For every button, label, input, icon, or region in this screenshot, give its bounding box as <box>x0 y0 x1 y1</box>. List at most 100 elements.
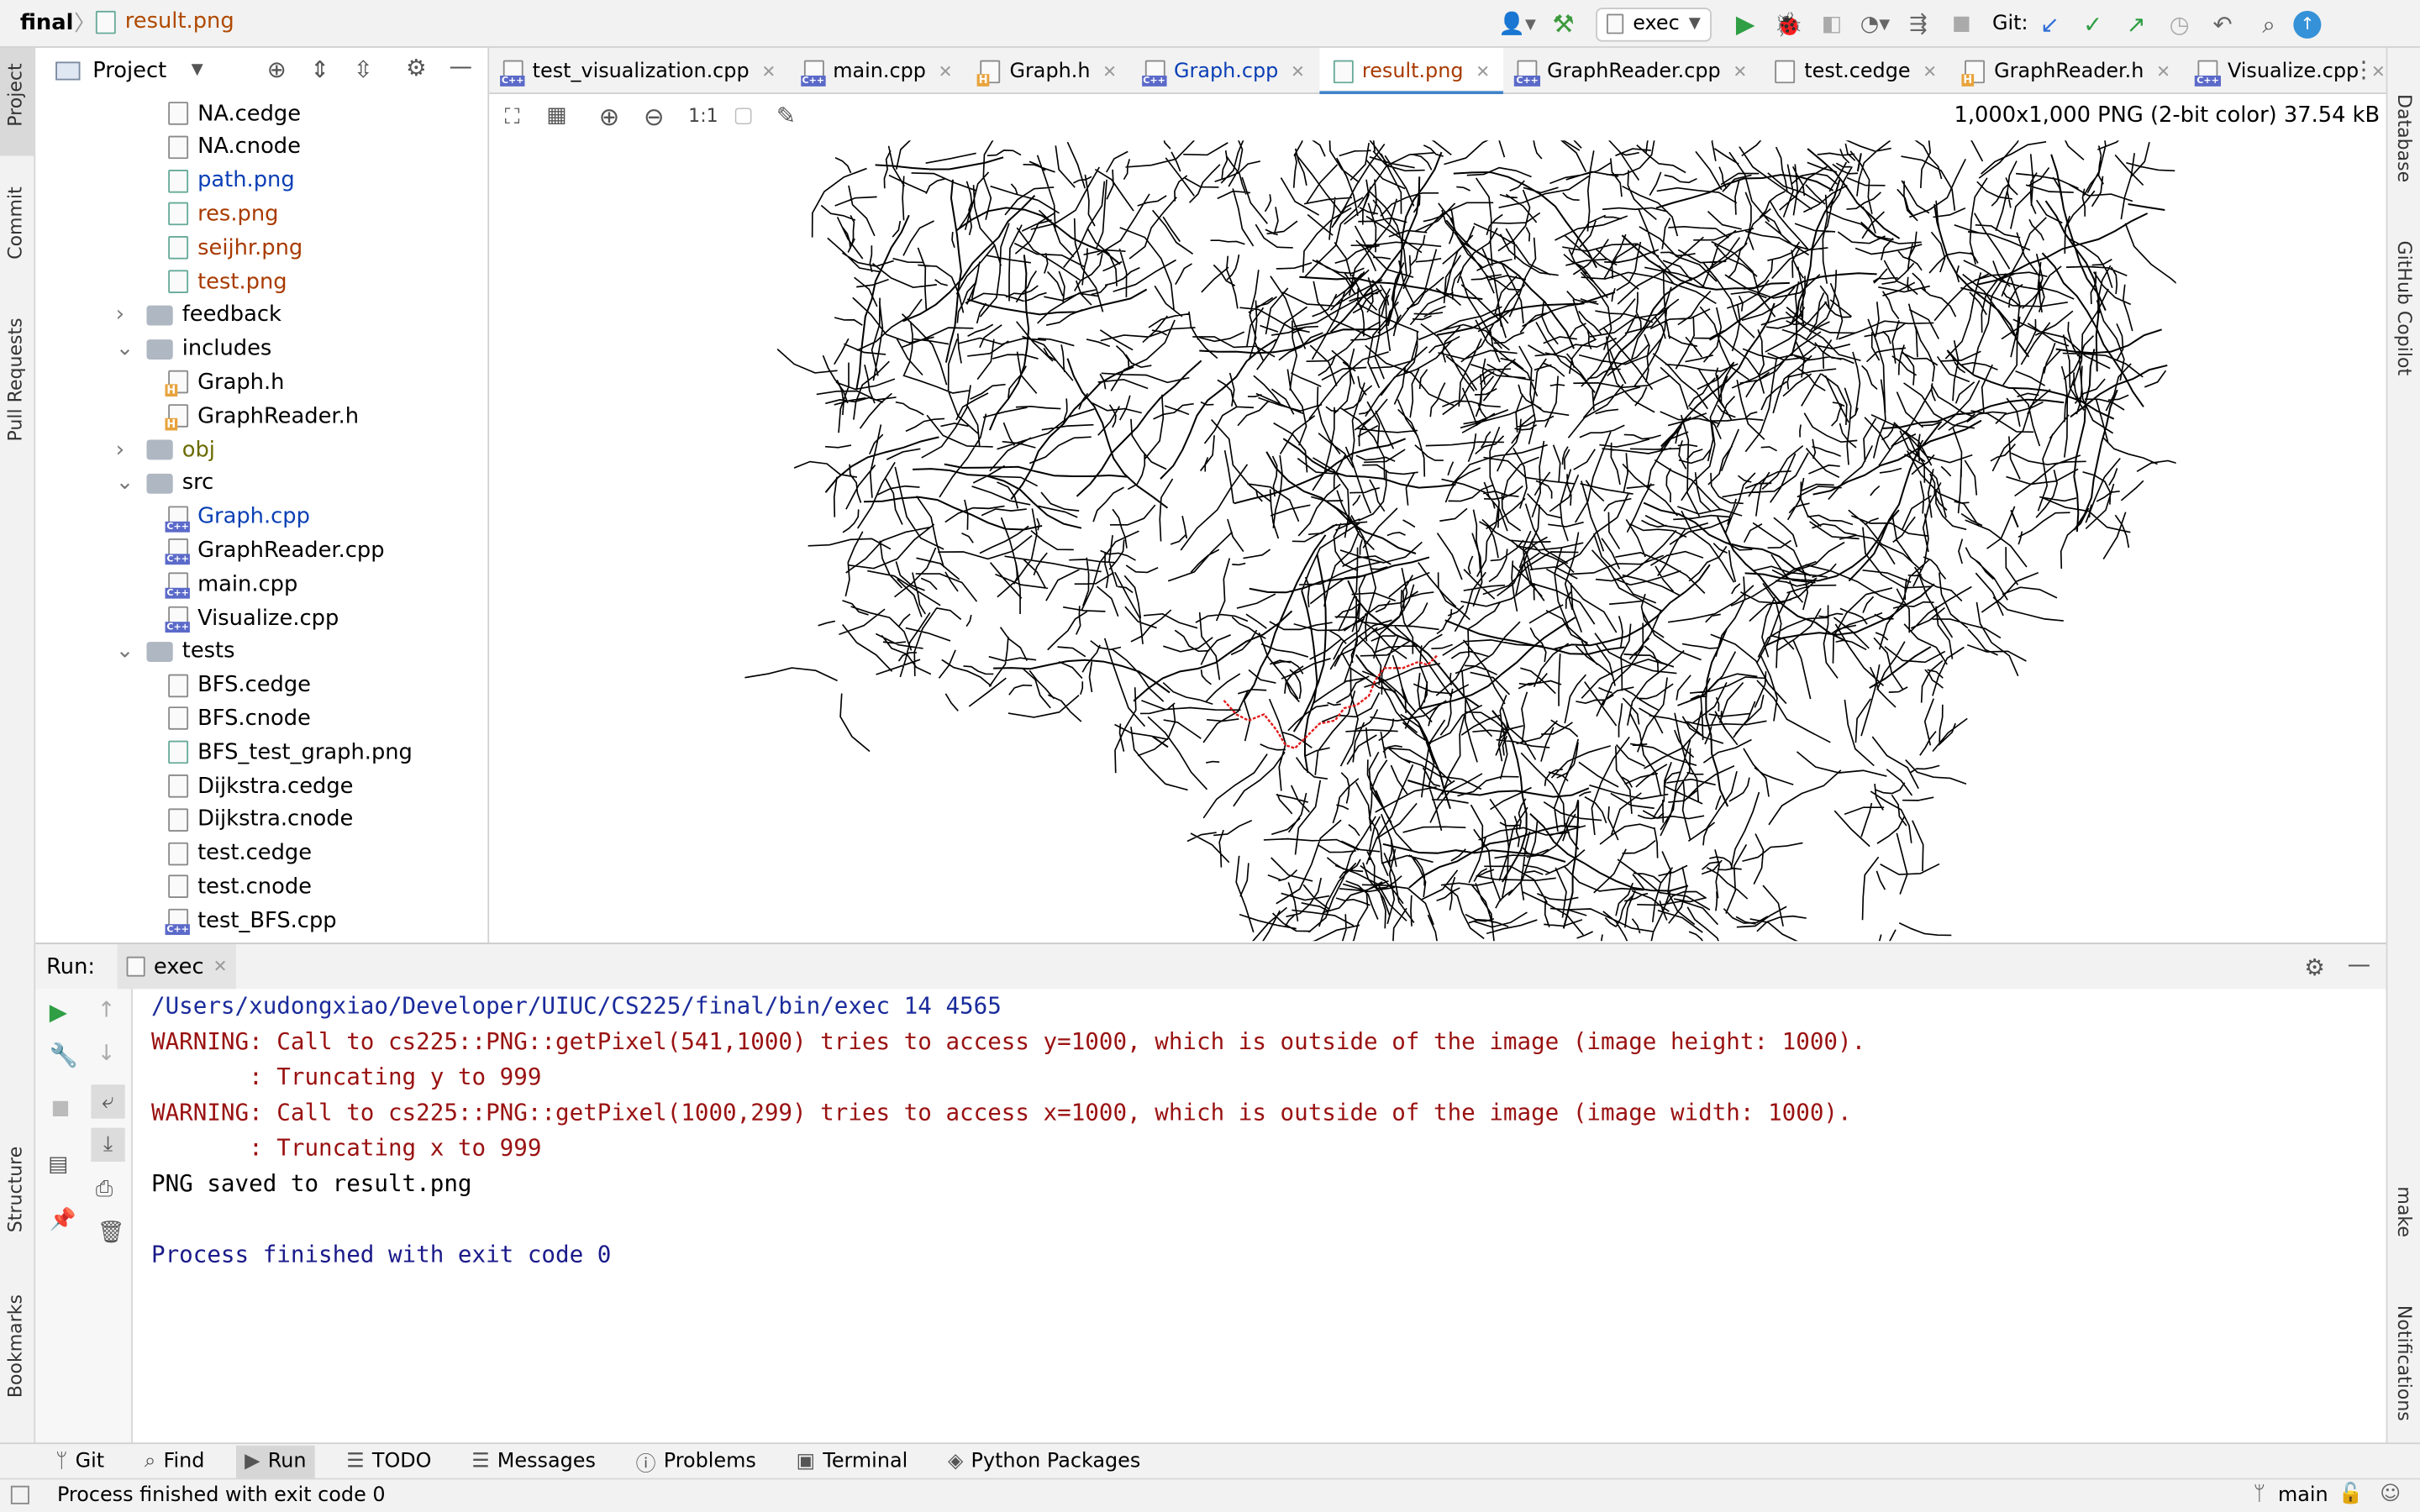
scroll-to-end-icon[interactable]: ⤓ <box>91 1127 125 1163</box>
tree-item[interactable]: BFS_test_graph.png <box>168 736 413 769</box>
tree-item[interactable]: Graph.cpp <box>165 501 310 533</box>
down-arrow-icon[interactable]: ↓ <box>97 1042 116 1066</box>
close-icon[interactable]: ✕ <box>939 61 953 81</box>
tree-item[interactable]: GraphReader.h <box>165 400 359 433</box>
tree-item[interactable]: Dijkstra.cnode <box>168 804 353 837</box>
close-icon[interactable]: ✕ <box>2156 61 2170 81</box>
gear-icon[interactable]: ⚙ <box>406 54 427 81</box>
strip-tab-structure[interactable]: Structure <box>5 1147 27 1233</box>
close-icon[interactable]: ✕ <box>213 957 228 977</box>
color-picker-icon[interactable]: ✎ <box>776 102 796 129</box>
lock-icon[interactable]: 🔓 <box>2338 1483 2364 1506</box>
tree-item[interactable]: test_BFS.cpp <box>165 905 337 937</box>
collapse-all-icon[interactable]: ⇳ <box>354 55 373 83</box>
git-branch[interactable]: main <box>2278 1484 2328 1508</box>
editor-tab[interactable]: result.png ✕ <box>1318 47 1504 96</box>
strip-tab-project[interactable]: Project <box>5 63 27 126</box>
attach-icon[interactable]: ⇶ <box>1897 12 1939 36</box>
strip-tab-bookmarks[interactable]: Bookmarks <box>5 1294 27 1398</box>
wrench-icon[interactable]: 🔧 <box>50 1042 78 1069</box>
project-panel-title[interactable]: Project <box>92 58 166 82</box>
background-icon[interactable]: ▢ <box>733 103 753 128</box>
search-icon[interactable]: ⌕ <box>2244 10 2294 38</box>
bottom-tab-messages[interactable]: ☰ Messages <box>462 1445 605 1478</box>
soft-wrap-icon[interactable]: ⤶ <box>91 1084 125 1119</box>
editor-tab[interactable]: main.cpp ✕ <box>790 48 966 94</box>
breadcrumb-file[interactable]: result.png <box>95 9 234 34</box>
tree-item[interactable]: test.cedge <box>168 837 312 870</box>
git-commit-icon[interactable]: ✓ <box>2071 10 2114 38</box>
bottom-tab-find[interactable]: ⌕ Find <box>135 1445 214 1478</box>
close-icon[interactable]: ✕ <box>1102 61 1117 81</box>
chevron-down-icon[interactable]: ▼ <box>192 61 203 78</box>
git-update-icon[interactable]: ↙ <box>2028 10 2071 38</box>
close-icon[interactable]: ✕ <box>1476 61 1490 81</box>
profile-icon[interactable]: ◔▾ <box>1854 12 1897 36</box>
bottom-tab-terminal[interactable]: ▣ Terminal <box>787 1445 918 1478</box>
tree-item[interactable]: › feedback <box>116 299 281 332</box>
tree-item[interactable]: BFS.cedge <box>168 669 311 701</box>
print-icon[interactable]: ⎙ <box>96 1177 113 1201</box>
tree-item[interactable]: BFS.cnode <box>168 702 311 735</box>
run-icon[interactable]: ▶ <box>1723 9 1766 39</box>
tree-item[interactable]: seijhr.png <box>168 232 302 265</box>
rerun-icon[interactable]: ▶ <box>50 998 67 1026</box>
zoom-out-icon[interactable]: ⊖ <box>644 102 665 131</box>
pin-icon[interactable]: 📌 <box>50 1208 76 1232</box>
run-config-selector[interactable]: exec ▼ <box>1596 7 1712 41</box>
editor-tab[interactable]: test.cedge ✕ <box>1761 48 1951 94</box>
hide-panel-icon[interactable]: — <box>2348 950 2371 978</box>
tree-item[interactable]: ⌄ src <box>116 467 214 500</box>
fit-to-window-icon[interactable]: ⛶ <box>505 105 520 129</box>
editor-tab[interactable]: GraphReader.cpp ✕ <box>1504 48 1761 94</box>
tree-item[interactable]: ⌄ includes <box>116 333 272 365</box>
status-toggle-icon[interactable] <box>10 1485 29 1504</box>
trash-icon[interactable]: 🗑 <box>97 1221 125 1245</box>
bottom-tab-git[interactable]: ᛘ Git <box>46 1445 113 1478</box>
editor-tab[interactable]: Graph.cpp ✕ <box>1131 48 1319 94</box>
bottom-tab-run[interactable]: ▶ Run <box>235 1445 316 1478</box>
tree-item[interactable]: main.cpp <box>165 568 297 601</box>
bottom-tab-python-packages[interactable]: ◈ Python Packages <box>939 1445 1150 1478</box>
strip-tab-notifications[interactable]: Notifications <box>2394 1305 2416 1421</box>
build-hammer-icon[interactable]: ⚒ <box>1540 9 1586 39</box>
editor-tab[interactable]: Graph.h ✕ <box>966 48 1131 94</box>
bottom-tab-problems[interactable]: ⓘ Problems <box>627 1445 765 1478</box>
actual-size-button[interactable]: 1:1 <box>688 105 718 127</box>
tree-item[interactable]: test.png <box>168 265 287 298</box>
tree-item[interactable]: Visualize.cpp <box>165 601 339 634</box>
strip-tab-github-copilot[interactable]: GitHub Copilot <box>2394 241 2416 376</box>
stop-icon[interactable]: ■ <box>1940 13 1983 36</box>
locate-icon[interactable]: ⊕ <box>267 55 287 83</box>
git-push-icon[interactable]: ↗ <box>2114 10 2157 38</box>
zoom-in-icon[interactable]: ⊕ <box>599 102 620 131</box>
tree-item[interactable]: Graph.h <box>165 366 284 399</box>
strip-tab-commit[interactable]: Commit <box>5 186 27 260</box>
tree-item[interactable]: GraphReader.cpp <box>165 534 385 567</box>
close-icon[interactable]: ✕ <box>1923 61 1937 81</box>
stop-icon[interactable]: ■ <box>51 1097 71 1121</box>
up-arrow-icon[interactable]: ↑ <box>97 998 116 1022</box>
user-icon[interactable]: 👤▾ <box>1494 12 1540 36</box>
close-icon[interactable]: ✕ <box>761 61 776 81</box>
git-history-icon[interactable]: ◷ <box>2158 10 2201 38</box>
strip-tab-pull-requests[interactable]: Pull Requests <box>5 318 27 441</box>
tree-item[interactable]: Dijkstra.cedge <box>168 770 353 803</box>
editor-tab[interactable]: test_visualization.cpp ✕ <box>489 48 790 94</box>
run-console-output[interactable]: /Users/xudongxiao/Developer/UIUC/CS225/f… <box>132 989 2386 1443</box>
tree-item[interactable]: res.png <box>168 198 278 231</box>
debug-icon[interactable]: 🐞 <box>1767 10 1810 38</box>
tree-item[interactable]: NA.cedge <box>168 97 301 130</box>
bell-icon[interactable]: ☺ <box>2380 1483 2401 1506</box>
layout-icon[interactable]: ▤ <box>48 1152 68 1177</box>
close-icon[interactable]: ✕ <box>1291 61 1305 81</box>
grid-icon[interactable]: ▦ <box>546 103 566 128</box>
more-tabs-icon[interactable]: ⋮ <box>2352 55 2375 83</box>
hide-panel-icon[interactable]: — <box>449 52 472 80</box>
tree-item[interactable]: ⌄ tests <box>116 635 235 668</box>
strip-tab-database[interactable]: Database <box>2394 94 2416 182</box>
tree-item[interactable]: › obj <box>116 433 215 466</box>
project-name[interactable]: final <box>20 11 74 35</box>
tree-item[interactable]: path.png <box>168 165 295 197</box>
strip-tab-make[interactable]: make <box>2394 1186 2416 1237</box>
